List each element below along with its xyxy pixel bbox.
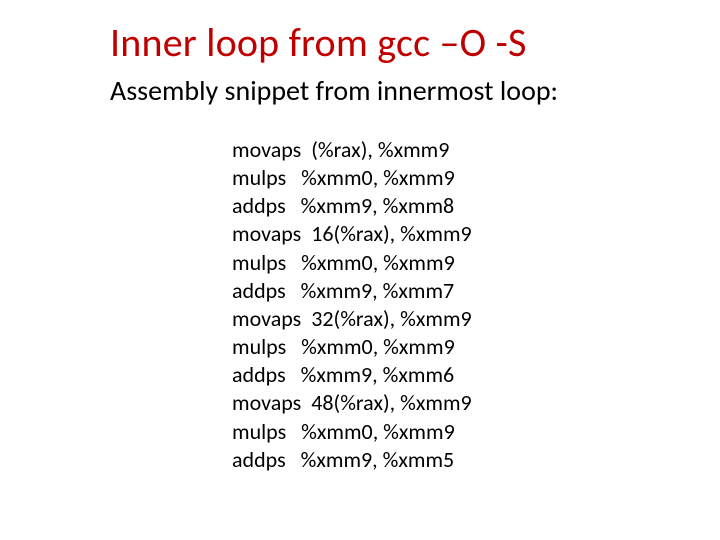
assembly-code-block: movaps (%rax), %xmm9 mulps %xmm0, %xmm9 … bbox=[232, 136, 660, 474]
slide: Inner loop from gcc –O -S Assembly snipp… bbox=[0, 0, 720, 540]
slide-subtitle: Assembly snippet from innermost loop: bbox=[110, 73, 660, 108]
slide-title: Inner loop from gcc –O -S bbox=[110, 18, 660, 67]
